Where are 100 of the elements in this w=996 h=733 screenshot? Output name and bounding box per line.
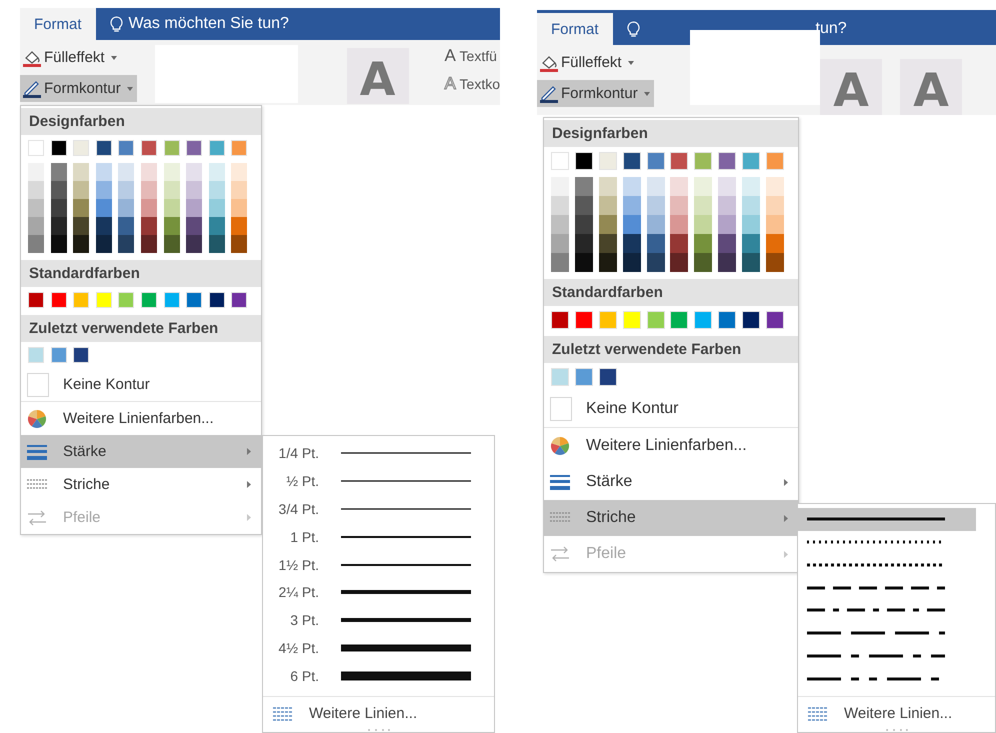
color-swatch[interactable] <box>742 152 760 170</box>
color-swatch[interactable] <box>622 152 641 170</box>
color-swatch[interactable] <box>140 140 157 156</box>
color-swatch[interactable] <box>186 140 202 156</box>
color-swatch[interactable] <box>718 177 736 196</box>
color-swatch[interactable] <box>766 253 784 272</box>
color-swatch[interactable] <box>186 163 202 181</box>
color-swatch[interactable] <box>766 311 784 329</box>
color-swatch[interactable] <box>96 199 112 217</box>
color-swatch[interactable] <box>208 163 225 181</box>
menu-item[interactable]: Weitere Linien... <box>263 696 494 726</box>
color-swatch[interactable] <box>50 163 67 181</box>
color-swatch[interactable] <box>718 253 736 272</box>
line-weight-option[interactable]: 1/4 Pt. <box>263 439 494 467</box>
color-swatch[interactable] <box>28 181 44 199</box>
color-swatch[interactable] <box>718 196 736 215</box>
color-swatch[interactable] <box>574 368 593 386</box>
color-swatch[interactable] <box>140 235 157 253</box>
color-swatch[interactable] <box>551 196 569 215</box>
menu-item[interactable]: Weitere Linien... <box>798 696 995 726</box>
color-swatch[interactable] <box>574 215 593 234</box>
color-swatch[interactable] <box>766 234 784 253</box>
color-swatch[interactable] <box>96 163 112 181</box>
color-swatch[interactable] <box>164 199 180 217</box>
color-swatch[interactable] <box>208 292 225 308</box>
color-swatch[interactable] <box>551 311 569 329</box>
color-swatch[interactable] <box>231 292 248 308</box>
color-swatch[interactable] <box>551 152 569 170</box>
color-swatch[interactable] <box>742 253 760 272</box>
color-swatch[interactable] <box>118 235 134 253</box>
color-swatch[interactable] <box>96 217 112 235</box>
color-swatch[interactable] <box>164 235 180 253</box>
color-swatch[interactable] <box>551 234 569 253</box>
color-swatch[interactable] <box>646 234 665 253</box>
color-swatch[interactable] <box>186 292 202 308</box>
color-swatch[interactable] <box>766 196 784 215</box>
color-swatch[interactable] <box>50 347 67 363</box>
color-swatch[interactable] <box>231 140 248 156</box>
ribbon-dropdown-button[interactable]: Fülleffekt <box>537 49 638 76</box>
line-weight-option[interactable]: 6 Pt. <box>263 662 494 690</box>
color-swatch[interactable] <box>551 215 569 234</box>
menu-item[interactable]: Striche <box>21 468 261 501</box>
color-swatch[interactable] <box>694 152 712 170</box>
color-swatch[interactable] <box>622 177 641 196</box>
color-swatch[interactable] <box>73 181 90 199</box>
text-format-button[interactable]: A Textko <box>444 74 500 94</box>
color-swatch[interactable] <box>186 199 202 217</box>
color-swatch[interactable] <box>73 292 90 308</box>
color-swatch[interactable] <box>670 253 688 272</box>
color-swatch[interactable] <box>208 217 225 235</box>
color-swatch[interactable] <box>574 253 593 272</box>
tell-me-prompt[interactable]: Was möchten Sie tun? <box>128 15 289 33</box>
line-weight-option[interactable]: 3 Pt. <box>263 606 494 634</box>
style-gallery-tile[interactable]: A <box>900 59 962 115</box>
color-swatch[interactable] <box>28 292 44 308</box>
color-swatch[interactable] <box>186 217 202 235</box>
color-swatch[interactable] <box>231 217 248 235</box>
ribbon-dropdown-button[interactable]: Formkontur <box>20 75 137 102</box>
color-swatch[interactable] <box>231 199 248 217</box>
color-swatch[interactable] <box>28 235 44 253</box>
color-swatch[interactable] <box>598 196 617 215</box>
color-swatch[interactable] <box>598 253 617 272</box>
color-swatch[interactable] <box>118 292 134 308</box>
line-weight-option[interactable]: 4½ Pt. <box>263 634 494 662</box>
ribbon-dropdown-button[interactable]: Fülleffekt <box>20 44 121 71</box>
color-swatch[interactable] <box>28 140 44 156</box>
color-swatch[interactable] <box>670 196 688 215</box>
color-swatch[interactable] <box>118 199 134 217</box>
color-swatch[interactable] <box>73 199 90 217</box>
color-swatch[interactable] <box>622 311 641 329</box>
style-gallery-tile[interactable]: A <box>346 48 409 104</box>
menu-item[interactable]: Weitere Linienfarben... <box>544 428 798 464</box>
color-swatch[interactable] <box>574 152 593 170</box>
color-swatch[interactable] <box>96 235 112 253</box>
text-format-button[interactable]: A Textfü <box>444 46 500 66</box>
color-swatch[interactable] <box>598 215 617 234</box>
color-swatch[interactable] <box>231 235 248 253</box>
color-swatch[interactable] <box>718 311 736 329</box>
line-weight-option[interactable]: 2¼ Pt. <box>263 578 494 606</box>
color-swatch[interactable] <box>164 217 180 235</box>
color-swatch[interactable] <box>694 215 712 234</box>
line-weight-option[interactable]: 1½ Pt. <box>263 550 494 578</box>
color-swatch[interactable] <box>694 196 712 215</box>
color-swatch[interactable] <box>646 311 665 329</box>
color-swatch[interactable] <box>28 163 44 181</box>
color-swatch[interactable] <box>164 140 180 156</box>
color-swatch[interactable] <box>694 253 712 272</box>
color-swatch[interactable] <box>670 177 688 196</box>
color-swatch[interactable] <box>742 177 760 196</box>
color-swatch[interactable] <box>73 163 90 181</box>
ribbon-tab[interactable]: Format <box>20 8 96 40</box>
color-swatch[interactable] <box>50 235 67 253</box>
color-swatch[interactable] <box>622 234 641 253</box>
color-swatch[interactable] <box>140 217 157 235</box>
color-swatch[interactable] <box>646 152 665 170</box>
color-swatch[interactable] <box>208 181 225 199</box>
color-swatch[interactable] <box>598 234 617 253</box>
color-swatch[interactable] <box>140 199 157 217</box>
color-swatch[interactable] <box>766 177 784 196</box>
color-swatch[interactable] <box>646 215 665 234</box>
